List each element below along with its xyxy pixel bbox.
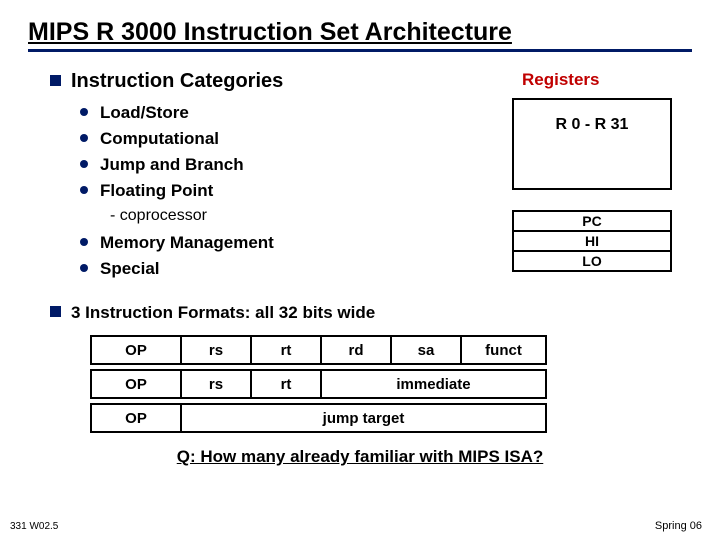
dot-bullet-icon	[80, 238, 88, 246]
square-bullet-icon	[50, 75, 61, 86]
field-immediate: immediate	[321, 370, 546, 398]
format-row-i: OP rs rt immediate	[91, 370, 546, 398]
formats-section: 3 Instruction Formats: all 32 bits wide …	[28, 303, 692, 433]
register-hi-box: HI	[512, 230, 672, 252]
footer-right: Spring 06	[655, 520, 702, 532]
format-row-r: OP rs rt rd sa funct	[91, 336, 546, 364]
square-bullet-icon	[50, 306, 61, 317]
categories-heading-text: Instruction Categories	[71, 70, 283, 92]
slide-body: Instruction Categories Load/Store Comput…	[28, 70, 692, 285]
slide: MIPS R 3000 Instruction Set Architecture…	[0, 0, 720, 540]
field-rs: rs	[181, 336, 251, 364]
slide-title: MIPS R 3000 Instruction Set Architecture	[28, 18, 692, 52]
dot-bullet-icon	[80, 264, 88, 272]
field-rs: rs	[181, 370, 251, 398]
field-rt: rt	[251, 336, 321, 364]
register-lo-box: LO	[512, 250, 672, 272]
field-jump-target: jump target	[181, 404, 546, 432]
categories-column: Instruction Categories Load/Store Comput…	[50, 70, 283, 285]
footer-left: 331 W02.5	[10, 521, 58, 532]
field-op: OP	[91, 370, 181, 398]
list-item: Memory Management	[80, 233, 283, 253]
question-line: Q: How many already familiar with MIPS I…	[28, 447, 692, 467]
dot-bullet-icon	[80, 160, 88, 168]
categories-heading: Instruction Categories	[50, 70, 283, 93]
field-op: OP	[91, 404, 181, 432]
formats-table: OP rs rt rd sa funct OP rs rt immediate …	[90, 335, 547, 433]
list-item: Jump and Branch	[80, 155, 283, 175]
sub-list-item: - coprocessor	[110, 207, 283, 225]
field-funct: funct	[461, 336, 546, 364]
register-file-box: R 0 - R 31	[512, 98, 672, 190]
dot-bullet-icon	[80, 108, 88, 116]
list-item: Load/Store	[80, 103, 283, 123]
format-row-j: OP jump target	[91, 404, 546, 432]
field-rd: rd	[321, 336, 391, 364]
list-item: Floating Point	[80, 181, 283, 201]
dot-bullet-icon	[80, 186, 88, 194]
field-sa: sa	[391, 336, 461, 364]
category-list: Load/Store Computational Jump and Branch…	[80, 103, 283, 279]
registers-heading: Registers	[512, 70, 672, 90]
field-rt: rt	[251, 370, 321, 398]
registers-column: Registers R 0 - R 31 PC HI LO	[512, 70, 672, 272]
top-row: Instruction Categories Load/Store Comput…	[50, 70, 692, 285]
formats-heading: 3 Instruction Formats: all 32 bits wide	[50, 303, 692, 323]
register-pc-box: PC	[512, 210, 672, 232]
list-item: Special	[80, 259, 283, 279]
field-op: OP	[91, 336, 181, 364]
dot-bullet-icon	[80, 134, 88, 142]
list-item: Computational	[80, 129, 283, 149]
